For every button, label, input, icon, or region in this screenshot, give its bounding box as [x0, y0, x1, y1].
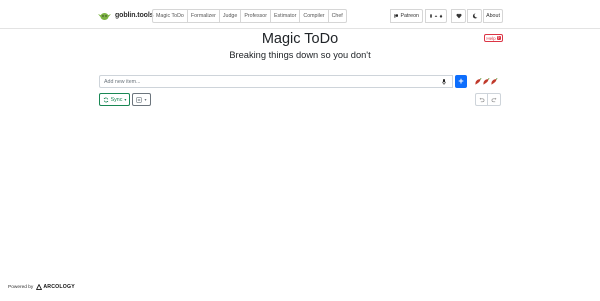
footer: Powered by ARCOLOGY: [8, 283, 75, 291]
tab-magic-todo[interactable]: Magic ToDo: [152, 9, 188, 23]
android-icon: [434, 15, 438, 17]
chili-pepper-icon: [483, 78, 490, 85]
sync-label: Sync: [110, 96, 123, 103]
add-item-field: [99, 75, 453, 88]
patreon-label: Patreon: [400, 13, 419, 19]
tab-judge[interactable]: Judge: [219, 9, 242, 23]
tab-formalizer[interactable]: Formalizer: [187, 9, 220, 23]
tab-compiler[interactable]: Compiler: [300, 9, 329, 23]
app-store-links[interactable]: [425, 9, 447, 23]
tool-tabs: Magic ToDo Formalizer Judge Professor Es…: [152, 9, 347, 23]
tab-estimator[interactable]: Estimator: [271, 9, 301, 23]
support-button[interactable]: [451, 9, 466, 23]
patreon-icon: [394, 14, 399, 18]
undo-icon: [479, 97, 484, 102]
goblin-logo-icon: [98, 12, 111, 20]
chevron-down-icon: ▾: [144, 97, 147, 102]
spiciness-selector[interactable]: [474, 77, 498, 86]
company-name: ARCOLOGY: [43, 284, 75, 290]
sync-icon: [103, 97, 108, 102]
page-title: Magic ToDo: [261, 31, 339, 47]
arcology-logo-icon: [36, 284, 43, 290]
undo-button[interactable]: [475, 93, 488, 106]
moon-icon: [472, 13, 477, 19]
navbar: goblin.tools Magic ToDo Formalizer Judge…: [0, 0, 600, 29]
microphone-icon: [442, 78, 446, 85]
mobile-icon: [430, 14, 432, 18]
page-subtitle: Breaking things down so you don't: [229, 50, 371, 60]
list-icon: [136, 96, 143, 103]
dark-mode-toggle[interactable]: [467, 9, 482, 23]
tab-chef[interactable]: Chef: [328, 9, 347, 23]
redo-button[interactable]: [488, 93, 501, 106]
powered-by-text: Powered by: [8, 284, 34, 290]
theme-group: [467, 9, 482, 23]
microphone-button[interactable]: [440, 77, 448, 86]
arcology-link[interactable]: ARCOLOGY: [36, 284, 75, 290]
redo-icon: [491, 97, 497, 102]
chili-pepper-icon: [491, 78, 498, 85]
patreon-button[interactable]: Patreon: [390, 9, 423, 23]
app-links-group: [425, 9, 447, 23]
brand-link[interactable]: goblin.tools: [97, 9, 154, 22]
about-button[interactable]: About: [483, 9, 503, 23]
support-group: [451, 9, 466, 23]
list-options-dropdown[interactable]: ▾: [132, 93, 151, 106]
patreon-group: Patreon: [390, 9, 423, 23]
apple-icon: [439, 14, 443, 18]
add-item-button[interactable]: +: [455, 75, 467, 88]
chevron-down-icon: ▾: [124, 97, 127, 102]
tab-professor[interactable]: Professor: [241, 9, 271, 23]
brand-name: goblin.tools: [115, 12, 154, 19]
add-item-input[interactable]: [100, 76, 440, 87]
about-group: About: [483, 9, 503, 23]
sync-dropdown-button[interactable]: Sync ▾: [99, 93, 130, 106]
chili-pepper-icon: [475, 78, 482, 85]
heart-icon: [456, 13, 461, 19]
